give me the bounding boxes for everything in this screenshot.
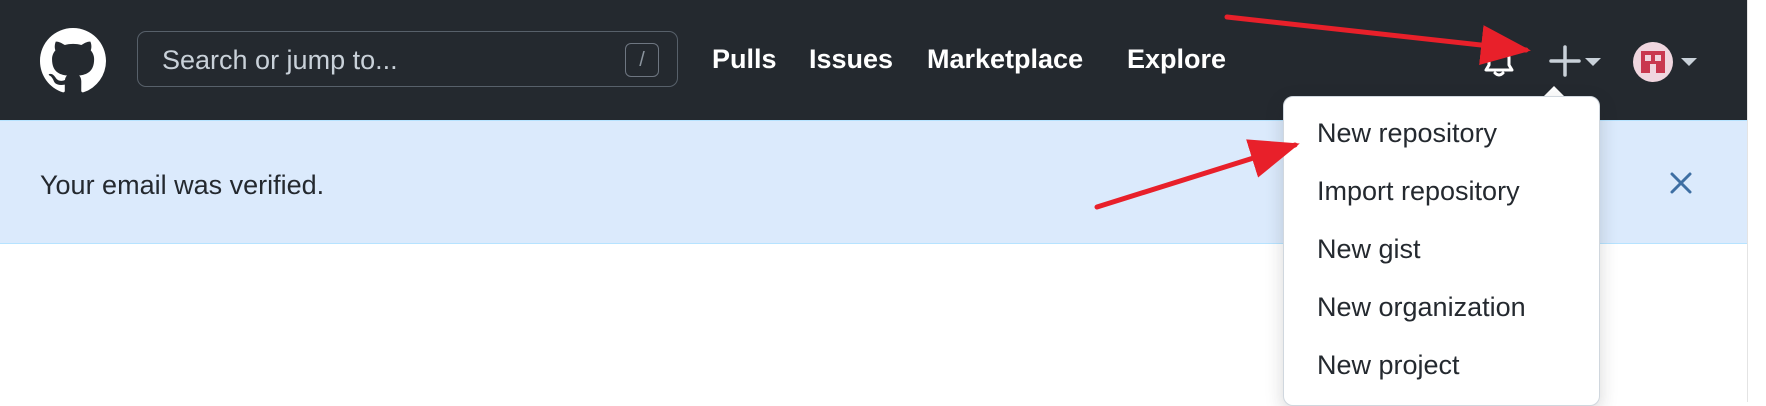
plus-icon[interactable]	[1548, 44, 1582, 78]
bell-icon[interactable]	[1483, 42, 1515, 78]
search-placeholder: Search or jump to...	[162, 45, 398, 75]
menu-item-import-repository[interactable]: Import repository	[1317, 176, 1520, 207]
create-menu: New repository Import repository New gis…	[1283, 96, 1600, 406]
nav-pulls[interactable]: Pulls	[712, 44, 777, 75]
menu-item-new-repository[interactable]: New repository	[1317, 118, 1497, 149]
menu-item-new-project[interactable]: New project	[1317, 350, 1460, 381]
window-edge	[1747, 0, 1766, 402]
avatar[interactable]	[1633, 42, 1673, 82]
menu-item-new-organization[interactable]: New organization	[1317, 292, 1526, 323]
nav-explore[interactable]: Explore	[1127, 44, 1226, 75]
search-shortcut-key: /	[625, 43, 659, 77]
chevron-down-icon[interactable]	[1681, 58, 1697, 66]
menu-item-new-gist[interactable]: New gist	[1317, 234, 1421, 265]
banner-message: Your email was verified.	[40, 170, 325, 200]
github-logo-icon[interactable]	[40, 28, 106, 94]
nav-marketplace[interactable]: Marketplace	[927, 44, 1083, 75]
chevron-down-icon[interactable]	[1585, 58, 1601, 66]
close-icon[interactable]	[1668, 170, 1694, 196]
nav-issues[interactable]: Issues	[809, 44, 893, 75]
search-input[interactable]: Search or jump to... /	[137, 31, 678, 87]
